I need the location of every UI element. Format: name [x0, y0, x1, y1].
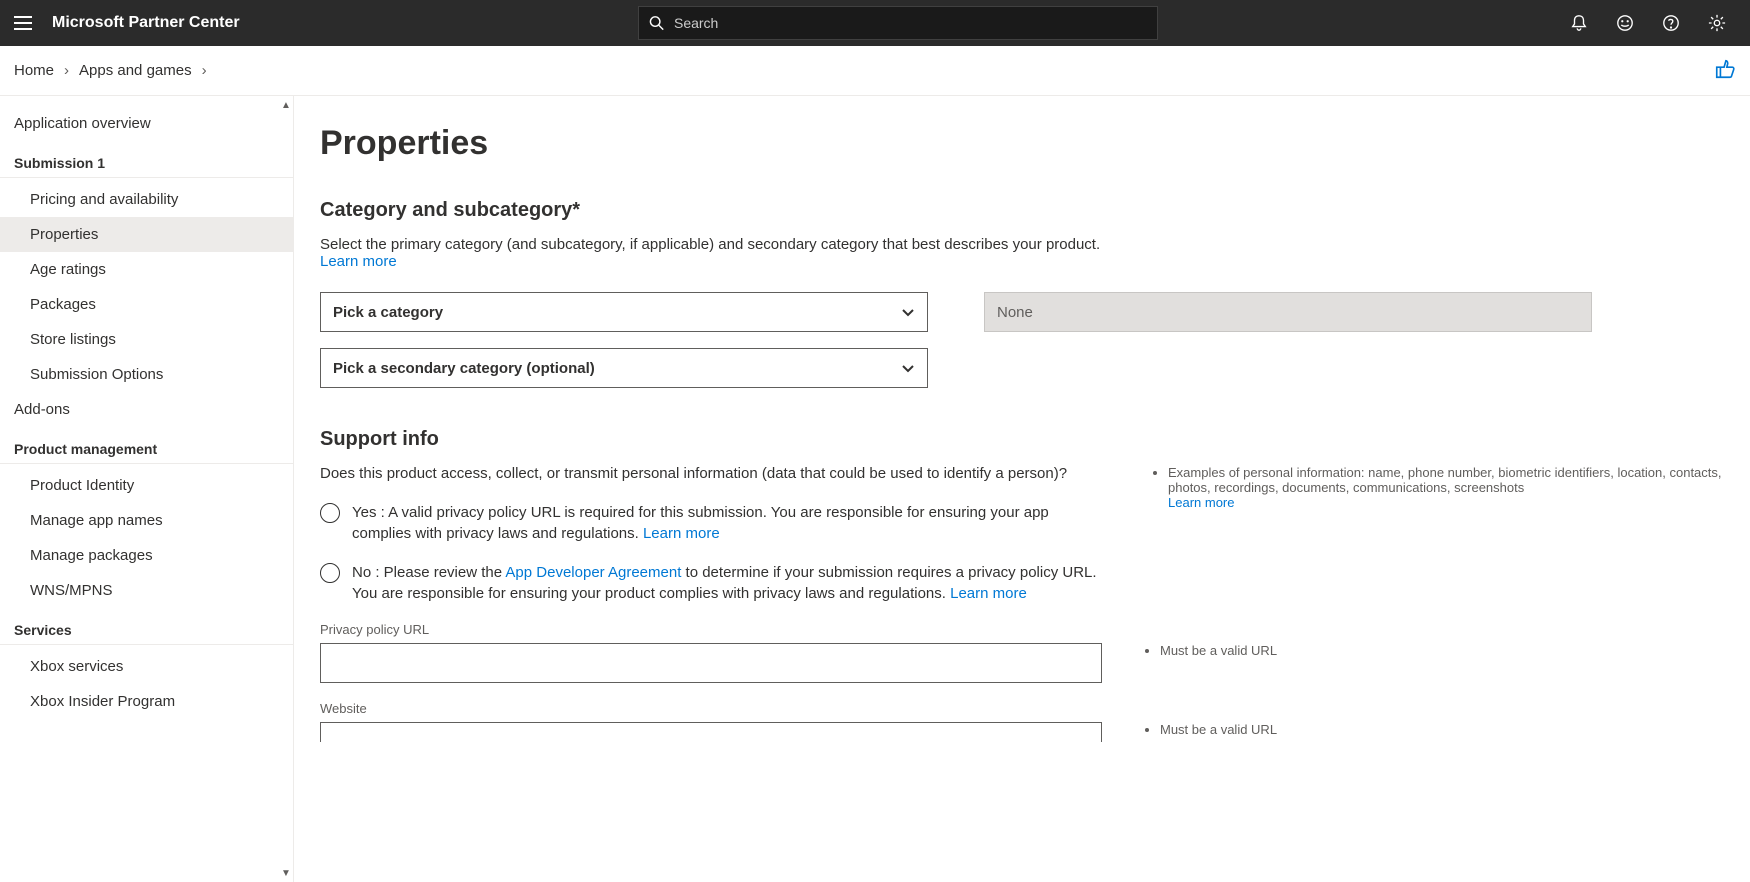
breadcrumb-apps[interactable]: Apps and games	[79, 62, 192, 79]
search-icon	[649, 15, 664, 31]
nav-section-services: Services	[0, 608, 293, 645]
nav-manage-app-names[interactable]: Manage app names	[0, 503, 293, 538]
radio-yes-label: Yes : A valid privacy policy URL is requ…	[352, 502, 1102, 544]
hamburger-menu-icon[interactable]	[0, 0, 46, 46]
chevron-right-icon: ›	[202, 62, 207, 79]
category-heading: Category and subcategory*	[320, 199, 1750, 222]
settings-gear-icon[interactable]	[1694, 0, 1740, 46]
nav-store-listings[interactable]: Store listings	[0, 322, 293, 357]
subcategory-select: None	[984, 292, 1592, 332]
category-learn-more-link[interactable]: Learn more	[320, 253, 397, 270]
notifications-icon[interactable]	[1556, 0, 1602, 46]
scroll-down-arrow[interactable]: ▼	[281, 868, 291, 878]
radio-yes-row: Yes : A valid privacy policy URL is requ…	[320, 502, 1110, 544]
nav-pricing[interactable]: Pricing and availability	[0, 182, 293, 217]
privacy-url-hint: Must be a valid URL	[1142, 643, 1277, 658]
breadcrumb: Home › Apps and games ›	[14, 62, 217, 79]
radio-no[interactable]	[320, 563, 340, 583]
nav-product-identity[interactable]: Product Identity	[0, 468, 293, 503]
support-question: Does this product access, collect, or tr…	[320, 465, 1110, 482]
nav-xbox-insider[interactable]: Xbox Insider Program	[0, 684, 293, 719]
nav-properties[interactable]: Properties	[0, 217, 293, 252]
nav-packages[interactable]: Packages	[0, 287, 293, 322]
nav-wns-mpns[interactable]: WNS/MPNS	[0, 573, 293, 608]
chevron-down-icon	[901, 361, 915, 375]
secondary-category-select[interactable]: Pick a secondary category (optional)	[320, 348, 928, 388]
privacy-url-label: Privacy policy URL	[320, 622, 1110, 637]
thumbs-up-icon[interactable]	[1714, 58, 1736, 83]
radio-yes[interactable]	[320, 503, 340, 523]
feedback-smile-icon[interactable]	[1602, 0, 1648, 46]
top-actions	[1556, 0, 1750, 46]
app-dev-agreement-link[interactable]: App Developer Agreement	[505, 564, 681, 581]
top-bar: Microsoft Partner Center	[0, 0, 1750, 46]
personal-info-hint: Examples of personal information: name, …	[1150, 465, 1750, 643]
breadcrumb-row: Home › Apps and games ›	[0, 46, 1750, 96]
privacy-url-input[interactable]	[320, 643, 1102, 683]
chevron-down-icon	[901, 305, 915, 319]
nav-submission-options[interactable]: Submission Options	[0, 357, 293, 392]
search-box[interactable]	[638, 6, 1158, 40]
scroll-up-arrow[interactable]: ▲	[281, 100, 291, 110]
website-label: Website	[320, 701, 1750, 716]
help-icon[interactable]	[1648, 0, 1694, 46]
radio-no-label: No : Please review the App Developer Agr…	[352, 562, 1102, 604]
chevron-right-icon: ›	[64, 62, 69, 79]
website-input[interactable]	[320, 722, 1102, 742]
breadcrumb-home[interactable]: Home	[14, 62, 54, 79]
nav-addons[interactable]: Add-ons	[0, 392, 293, 427]
website-hint: Must be a valid URL	[1142, 722, 1277, 737]
support-heading: Support info	[320, 428, 1750, 451]
primary-category-select[interactable]: Pick a category	[320, 292, 928, 332]
nav-manage-packages[interactable]: Manage packages	[0, 538, 293, 573]
nav-age-ratings[interactable]: Age ratings	[0, 252, 293, 287]
hint-learn-more-link[interactable]: Learn more	[1168, 495, 1234, 510]
nav-section-product-mgmt: Product management	[0, 427, 293, 464]
category-description: Select the primary category (and subcate…	[320, 236, 1140, 270]
no-learn-more-link[interactable]: Learn more	[950, 585, 1027, 602]
search-input[interactable]	[674, 15, 1147, 31]
sidebar: ▲ ▼ Application overview Submission 1 Pr…	[0, 96, 294, 882]
radio-no-row: No : Please review the App Developer Agr…	[320, 562, 1110, 604]
nav-application-overview[interactable]: Application overview	[0, 106, 293, 141]
nav-xbox-services[interactable]: Xbox services	[0, 649, 293, 684]
yes-learn-more-link[interactable]: Learn more	[643, 525, 720, 542]
page-title: Properties	[320, 124, 1750, 163]
main-content: Properties Category and subcategory* Sel…	[294, 96, 1750, 882]
nav-section-submission: Submission 1	[0, 141, 293, 178]
app-title: Microsoft Partner Center	[52, 14, 240, 32]
